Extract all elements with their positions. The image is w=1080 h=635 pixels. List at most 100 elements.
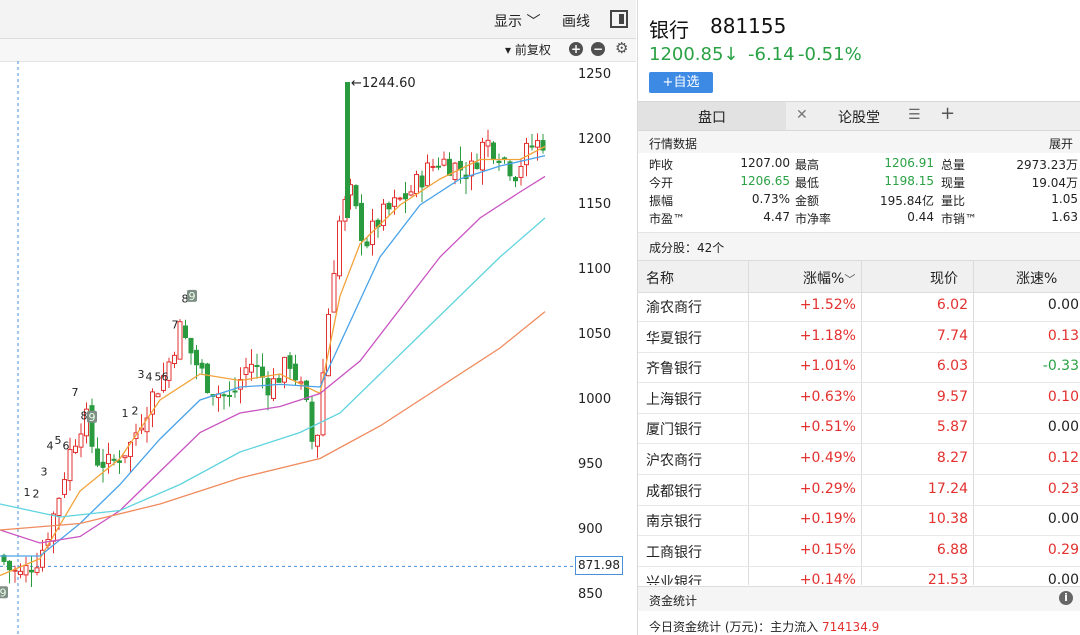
candle-body: [177, 321, 183, 360]
candle-body: [243, 367, 249, 375]
market-key: 最高: [795, 158, 820, 172]
candlestick-chart[interactable]: ←1244.608 973 4 5 678 9 1 24 5 631 29: [0, 61, 636, 635]
candle-body: [172, 354, 177, 365]
stock-change: +1.52%: [799, 297, 856, 313]
signal-marker: 5: [155, 371, 162, 384]
expand-button[interactable]: 展开: [1049, 135, 1073, 152]
candle-body: [62, 479, 67, 495]
candle-body: [73, 445, 78, 453]
zoom-in-icon[interactable]: +: [569, 42, 583, 56]
candle-body: [491, 142, 496, 160]
signal-marker: 9: [189, 290, 196, 303]
table-row[interactable]: 厦门银行 +0.51% 5.87 0.00: [638, 413, 1080, 445]
candle-body: [353, 185, 359, 207]
signal-marker: 9: [89, 411, 96, 424]
y-tick-label: 1050: [578, 327, 612, 342]
signal-marker: 7: [72, 386, 79, 399]
signal-marker: 5: [55, 434, 62, 447]
table-row[interactable]: 工商银行 +0.15% 6.88 0.29: [638, 536, 1080, 567]
candle-body: [535, 140, 540, 148]
signal-marker: 2: [132, 404, 139, 417]
draw-line-button[interactable]: 画线: [562, 11, 590, 31]
col-change[interactable]: 涨幅%﹀: [803, 268, 855, 288]
col-name[interactable]: 名称: [646, 268, 674, 288]
gear-icon[interactable]: ⚙: [615, 39, 628, 57]
candle-body: [447, 158, 452, 176]
col-speed[interactable]: 涨速%: [1016, 268, 1057, 288]
table-row[interactable]: 华夏银行 +1.18% 7.74 0.13: [638, 322, 1080, 353]
add-watchlist-button[interactable]: +自选: [649, 72, 713, 93]
tab-forum[interactable]: 论股堂: [838, 107, 880, 127]
kline-chart-pane[interactable]: 显示 ﹀ 画线 ▾ 前复权 + − ⚙ ←1244.60 8 9 7 3 4 5 6 7 8 9 1 2…: [0, 0, 636, 635]
constituents-table: 渝农商行 +1.52% 6.02 0.00 华夏银行 +1.18% 7.74 0.13 齐鲁银行…: [638, 291, 1080, 585]
candle-body: [386, 202, 392, 210]
adjust-menu[interactable]: ▾ 前复权: [505, 41, 551, 58]
market-value: 195.84亿: [880, 194, 934, 208]
stock-name: 齐鲁银行: [646, 361, 702, 378]
market-key: 市销™: [941, 212, 978, 226]
tab-pankou[interactable]: 盘口: [638, 102, 786, 130]
candle-body: [221, 394, 227, 397]
candle-body: [392, 197, 397, 207]
price-change: -6.14: [748, 44, 795, 65]
funds-today-value: 714134.9: [822, 620, 880, 634]
stock-speed: 0.00: [1047, 511, 1079, 528]
signal-marker: 1: [122, 407, 129, 420]
candle-body: [408, 191, 414, 196]
candle-body: [359, 202, 364, 241]
table-row[interactable]: 沪农商行 +0.49% 8.27 0.12: [638, 444, 1080, 475]
market-value: 4.47: [763, 210, 790, 224]
candle-body: [232, 390, 238, 393]
candle-body: [67, 449, 73, 482]
close-icon[interactable]: ✕: [796, 107, 808, 123]
candle-body: [29, 569, 34, 573]
crosshair-price-label: 871.98: [575, 556, 623, 575]
zoom-out-icon[interactable]: −: [591, 42, 605, 56]
y-tick-label: 1200: [578, 132, 612, 147]
candle-body: [23, 565, 29, 576]
candle-body: [7, 560, 12, 571]
stock-price: 5.87: [936, 419, 968, 436]
candle-body: [183, 325, 188, 339]
table-row[interactable]: 兴业银行 +0.14% 21.53 0.00: [638, 566, 1080, 585]
candle-body: [78, 433, 84, 448]
market-value: 0.44: [907, 210, 934, 224]
signal-marker: 6: [162, 371, 169, 384]
panel-toggle-icon[interactable]: [610, 10, 628, 28]
candle-body: [337, 220, 342, 277]
candle-body: [331, 273, 337, 313]
market-key: 总量: [941, 158, 966, 172]
candle-body: [485, 139, 491, 147]
info-icon[interactable]: i: [1059, 591, 1073, 605]
table-row[interactable]: 成都银行 +0.29% 17.24 0.23: [638, 475, 1080, 506]
signal-marker: 3: [138, 368, 145, 381]
market-key: 金额: [795, 194, 820, 208]
ma20-line: [0, 175, 546, 544]
table-row[interactable]: 南京银行 +0.19% 10.38 0.00: [638, 505, 1080, 537]
market-value: 1206.91: [884, 156, 934, 170]
candle-body: [364, 241, 370, 247]
signal-marker: 8: [81, 410, 88, 423]
table-row[interactable]: 上海银行 +0.63% 9.57 0.10: [638, 383, 1080, 414]
table-row[interactable]: 渝农商行 +1.52% 6.02 0.00: [638, 291, 1080, 322]
display-menu[interactable]: 显示 ﹀: [494, 11, 540, 31]
market-value: 1198.15: [884, 174, 934, 188]
stock-change: +0.15%: [799, 541, 856, 558]
stock-name: 兴业银行: [646, 575, 702, 585]
col-price[interactable]: 现价: [930, 268, 958, 288]
candle-body: [271, 378, 276, 399]
candle-body: [480, 141, 485, 171]
stock-name: 成都银行: [646, 483, 702, 500]
table-row[interactable]: 齐鲁银行 +1.01% 6.03 -0.33: [638, 352, 1080, 384]
price-change-pct: -0.51%: [798, 44, 862, 65]
stock-change: +0.49%: [799, 450, 856, 466]
candle-body: [287, 355, 293, 369]
market-key: 振幅: [649, 194, 674, 208]
funds-title: 资金统计: [649, 594, 698, 608]
stock-name: 南京银行: [646, 514, 702, 531]
stock-change: +1.01%: [799, 358, 856, 375]
menu-icon[interactable]: ☰: [908, 107, 921, 123]
signal-marker: 7: [172, 319, 179, 332]
candle-body: [188, 337, 194, 354]
plus-icon[interactable]: +: [940, 103, 955, 124]
